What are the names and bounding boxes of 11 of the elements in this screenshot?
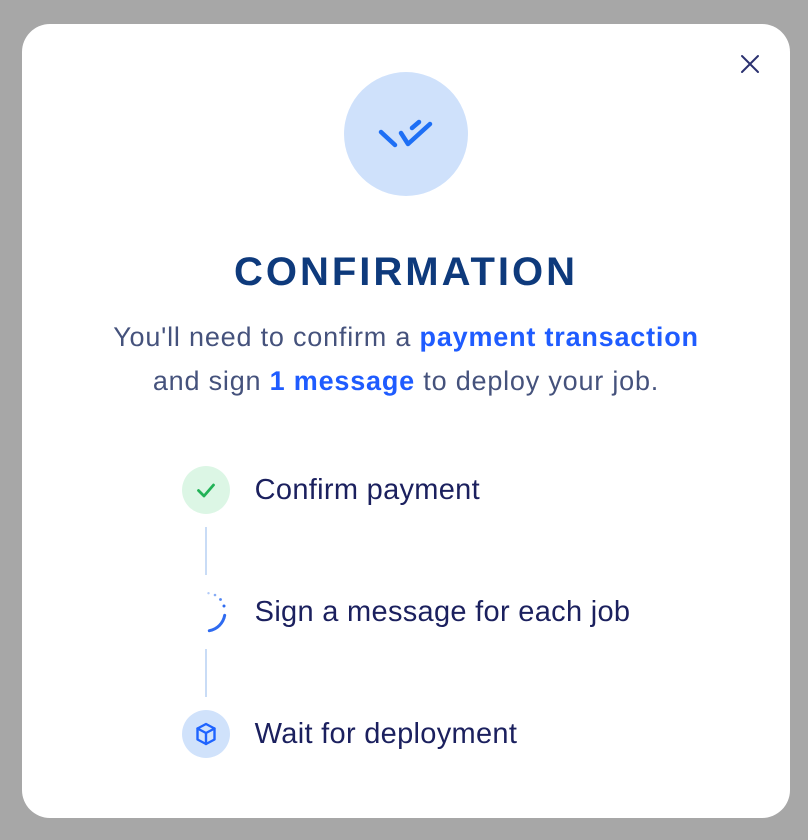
close-icon	[740, 54, 760, 74]
dialog-description: You'll need to confirm a payment transaction and sign 1 message to deploy your job.	[113, 321, 699, 398]
double-check-icon	[344, 72, 468, 196]
check-icon	[182, 466, 230, 514]
step-connector	[204, 649, 207, 697]
step-label: Sign a message for each job	[254, 596, 630, 628]
dialog-title: CONFIRMATION	[234, 249, 578, 296]
step-connector	[204, 527, 207, 575]
step-label: Confirm payment	[254, 474, 480, 506]
cube-icon	[182, 710, 230, 758]
step-label: Wait for deployment	[254, 718, 518, 750]
